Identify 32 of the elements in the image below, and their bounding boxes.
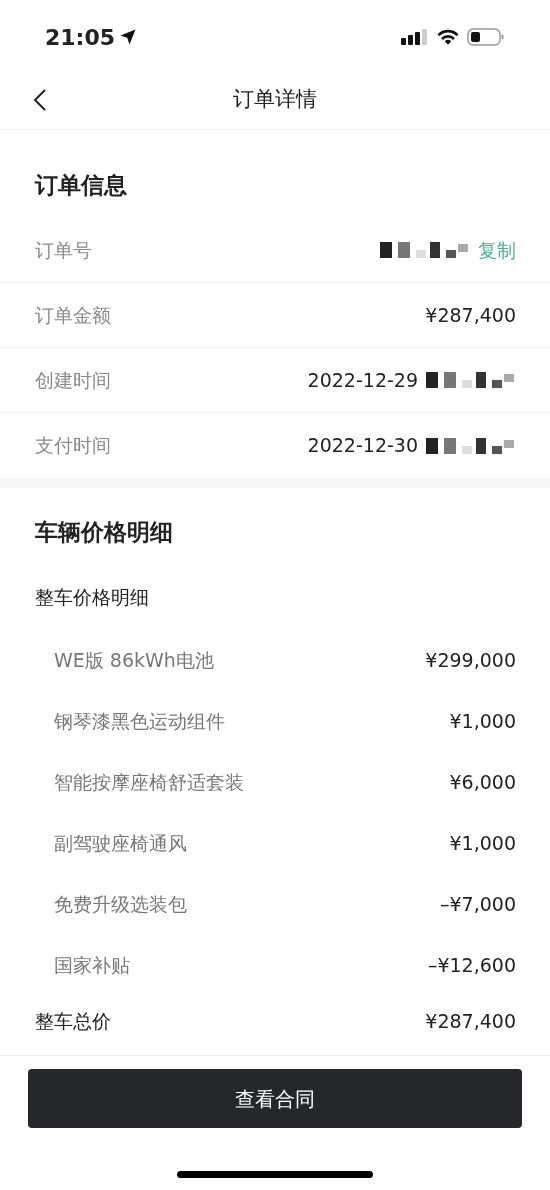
status-time: 21:05: [45, 23, 116, 52]
item-name: 钢琴漆黑色运动组件: [54, 709, 225, 735]
field-label: 支付时间: [35, 433, 111, 459]
view-contract-button[interactable]: 查看合同: [28, 1069, 522, 1128]
field-value: 2022-12-29: [307, 367, 418, 393]
item-price: ¥6,000: [449, 770, 516, 796]
location-arrow-icon: [119, 28, 138, 46]
item-name: WE版 86kWh电池: [54, 648, 214, 674]
battery-icon: [467, 28, 505, 46]
field-label: 订单号: [35, 237, 92, 263]
item-price: ¥1,000: [449, 709, 516, 735]
section-title: 订单信息: [35, 170, 127, 200]
field-label: 订单金额: [35, 302, 111, 328]
section-title: 车辆价格明细: [35, 517, 173, 547]
total-label: 整车总价: [35, 1008, 111, 1034]
item-name: 国家补贴: [54, 953, 130, 979]
item-price: –¥7,000: [440, 892, 516, 918]
back-chevron-icon: [33, 88, 47, 112]
subsection-title: 整车价格明细: [35, 585, 149, 611]
item-price: ¥1,000: [449, 831, 516, 857]
field-label: 创建时间: [35, 367, 111, 393]
item-name: 免费升级选装包: [54, 892, 187, 918]
item-name: 智能按摩座椅舒适套装: [54, 770, 244, 796]
item-price: ¥299,000: [425, 648, 516, 674]
field-value: ¥287,400: [425, 302, 516, 328]
page-title: 订单详情: [233, 85, 317, 113]
field-value: 2022-12-30: [307, 433, 418, 459]
signal-icon: [401, 28, 429, 46]
total-price: ¥287,400: [425, 1008, 516, 1034]
wifi-icon: [437, 28, 459, 46]
item-price: –¥12,600: [427, 953, 516, 979]
item-name: 副驾驶座椅通风: [54, 831, 187, 857]
